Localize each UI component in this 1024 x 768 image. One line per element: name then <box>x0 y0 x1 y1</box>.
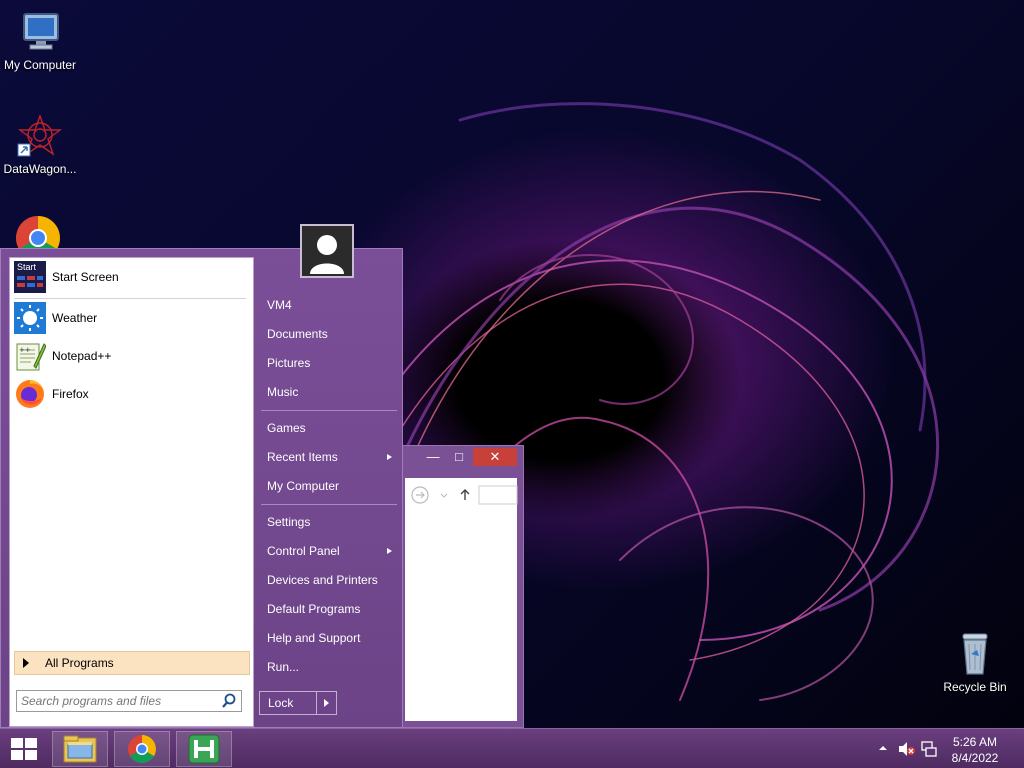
computer-icon <box>16 8 64 56</box>
desktop-icon-recycle-bin[interactable]: Recycle Bin <box>935 630 1015 694</box>
power-options-arrow-icon[interactable] <box>324 699 329 707</box>
recent-items-label: Recent Items <box>267 450 338 464</box>
submenu-arrow-icon <box>387 548 392 554</box>
desktop-icon-label: DataWagon... <box>3 162 77 176</box>
separator <box>14 298 246 299</box>
search-input[interactable] <box>17 691 221 711</box>
file-explorer-icon <box>63 735 97 763</box>
menu-item-recent-items[interactable]: Recent Items <box>260 444 396 470</box>
window-content <box>405 478 518 721</box>
volume-muted-icon[interactable] <box>898 741 916 757</box>
start-menu: Start Start Screen Weather ++ Notepad++ … <box>0 248 403 728</box>
firefox-icon <box>14 378 46 410</box>
menu-item-devices-printers[interactable]: Devices and Printers <box>260 567 396 593</box>
menu-item-games[interactable]: Games <box>260 415 396 441</box>
start-menu-places-pane: VM4 Documents Pictures Music Games Recen… <box>258 249 402 727</box>
start-search-box[interactable] <box>16 690 242 712</box>
chrome-icon <box>128 735 156 763</box>
desktop-icon-chrome-partial[interactable] <box>14 214 62 248</box>
start-menu-programs-pane: Start Start Screen Weather ++ Notepad++ … <box>9 257 254 727</box>
desktop-icon-label: Recycle Bin <box>943 680 1007 694</box>
expand-arrow-icon <box>23 658 29 668</box>
program-start-screen[interactable]: Start Start Screen <box>14 260 246 294</box>
window-titlebar[interactable]: — □ ✕ <box>399 446 523 470</box>
menu-item-run[interactable]: Run... <box>260 654 396 680</box>
separator <box>261 504 397 505</box>
svg-text:++: ++ <box>19 346 31 354</box>
menu-item-user-folder[interactable]: VM4 <box>260 292 396 318</box>
all-programs-button[interactable]: All Programs <box>14 651 250 675</box>
program-notepad-plus-plus[interactable]: ++ Notepad++ <box>14 339 246 373</box>
notepad-plus-plus-icon: ++ <box>14 340 47 372</box>
submenu-arrow-icon <box>387 454 392 460</box>
start-screen-icon: Start <box>14 261 46 293</box>
menu-item-pictures[interactable]: Pictures <box>260 350 396 376</box>
clock-time: 5:26 AM <box>952 735 998 749</box>
recycle-bin-icon <box>951 630 999 678</box>
all-programs-label: All Programs <box>45 656 114 670</box>
menu-item-control-panel[interactable]: Control Panel <box>260 538 396 564</box>
program-label: Weather <box>52 311 98 325</box>
menu-item-default-programs[interactable]: Default Programs <box>260 596 396 622</box>
program-label: Firefox <box>52 387 89 401</box>
divider <box>316 692 317 714</box>
start-button[interactable] <box>0 731 48 767</box>
desktop-icon-label: My Computer <box>3 58 77 72</box>
show-hidden-icons-icon[interactable] <box>878 743 888 753</box>
minimize-icon[interactable]: — <box>421 448 445 466</box>
weather-icon <box>14 302 46 334</box>
network-icon[interactable] <box>920 740 938 758</box>
background-window[interactable]: — □ ✕ <box>398 445 524 728</box>
program-label: Notepad++ <box>52 349 112 363</box>
close-icon[interactable]: ✕ <box>473 448 517 466</box>
separator <box>261 410 397 411</box>
start-tile-text: Start <box>17 262 37 272</box>
menu-item-documents[interactable]: Documents <box>260 321 396 347</box>
taskbar-hotkey-app[interactable] <box>176 731 232 767</box>
program-firefox[interactable]: Firefox <box>14 377 246 411</box>
chrome-icon <box>16 216 60 248</box>
taskbar: 5:26 AM 8/4/2022 <box>0 728 1024 768</box>
taskbar-file-explorer[interactable] <box>52 731 108 767</box>
user-avatar-icon <box>310 235 344 274</box>
nav-toolbar <box>411 485 518 505</box>
program-label: Start Screen <box>52 270 119 284</box>
menu-item-settings[interactable]: Settings <box>260 509 396 535</box>
datawagon-icon <box>16 112 64 160</box>
user-picture[interactable] <box>300 224 354 278</box>
maximize-icon[interactable]: □ <box>447 448 471 466</box>
control-panel-label: Control Panel <box>267 544 340 558</box>
lock-label: Lock <box>268 696 294 710</box>
clock[interactable]: 5:26 AM 8/4/2022 <box>940 734 1010 766</box>
lock-button[interactable]: Lock <box>259 691 337 715</box>
program-weather[interactable]: Weather <box>14 301 246 335</box>
clock-date: 8/4/2022 <box>951 751 999 765</box>
taskbar-chrome[interactable] <box>114 731 170 767</box>
windows-logo-icon <box>11 738 37 760</box>
hotkey-h-icon <box>188 734 220 764</box>
search-icon[interactable] <box>221 693 237 709</box>
desktop-icon-datawagon[interactable]: DataWagon... <box>0 112 80 176</box>
menu-item-my-computer[interactable]: My Computer <box>260 473 396 499</box>
desktop-icon-my-computer[interactable]: My Computer <box>0 8 80 72</box>
menu-item-help-support[interactable]: Help and Support <box>260 625 396 651</box>
menu-item-music[interactable]: Music <box>260 379 396 405</box>
